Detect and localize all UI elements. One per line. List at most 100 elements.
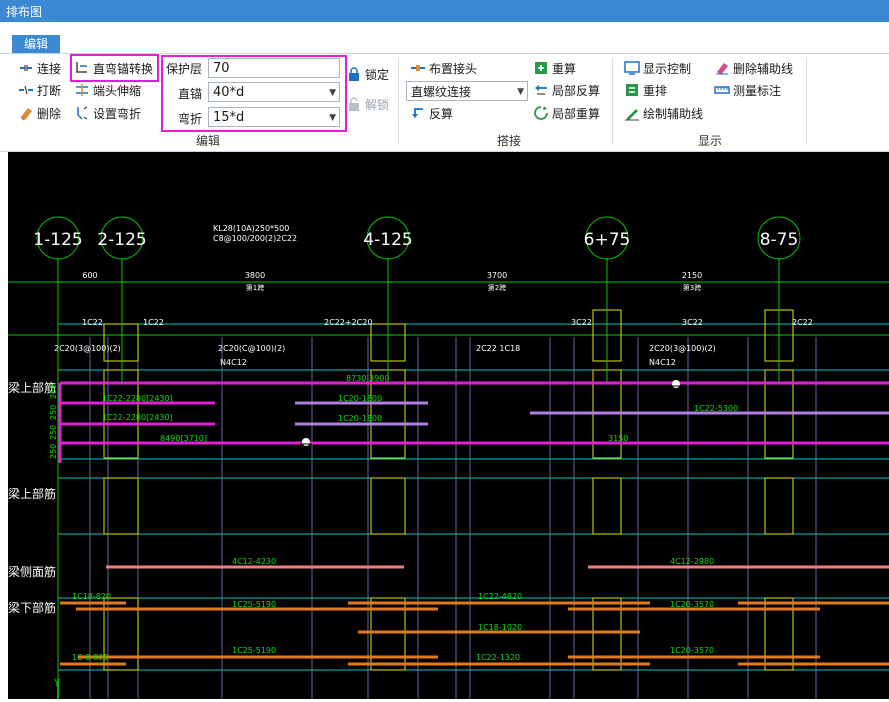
- measure-annotation-button[interactable]: 测量标注: [714, 80, 781, 100]
- draw-aux-line-button[interactable]: 绘制辅助线: [624, 103, 703, 123]
- rebar-label: 1C18-1020: [478, 623, 522, 632]
- end-stretch-button[interactable]: 端头伸缩: [74, 80, 141, 100]
- span-length: 600: [82, 271, 97, 280]
- drawing-canvas[interactable]: 1-125 2-125 4-125 6+75 8-75 KL28(10A)250…: [8, 152, 889, 699]
- chevron-down-icon: ▼: [329, 113, 336, 123]
- eraser-icon: [18, 105, 34, 121]
- stirrup-note: 2C22 1C18: [476, 344, 520, 353]
- straight-anchor-select[interactable]: 40*d ▼: [208, 82, 340, 102]
- beam-note: C8@100/200(2)2C22: [213, 234, 297, 243]
- chevron-down-icon: ▼: [517, 87, 524, 97]
- stirrup-note: 2C20(3@100)(2): [54, 344, 121, 353]
- bend-label: 弯折: [178, 112, 203, 126]
- rebar-label: 8730|3900: [346, 374, 389, 383]
- rebar-label: 8490[3710]: [160, 434, 207, 443]
- rebar-label: 1C22-2280[2430]: [102, 413, 173, 422]
- break-button[interactable]: 打断: [18, 80, 61, 100]
- rebar-label: 1C20-1800: [338, 414, 382, 423]
- reverse-calc-icon: [410, 105, 426, 121]
- row-label: 梁侧面筋: [8, 564, 56, 579]
- recalc-button[interactable]: 重算: [533, 58, 576, 78]
- draw-aux-line-label: 绘制辅助线: [643, 106, 704, 121]
- axis-label: 6+75: [584, 230, 631, 250]
- stirrup-note: N4C12: [220, 358, 247, 367]
- axis-label: 8-75: [760, 230, 799, 250]
- place-joint-label: 布置接头: [429, 61, 478, 76]
- delete-aux-line-label: 删除辅助线: [733, 61, 794, 76]
- joint-type-select[interactable]: 直螺纹连接 ▼: [406, 81, 528, 101]
- rearrange-icon: [624, 82, 640, 98]
- stirrup-note: 2C20(C@100)(2): [218, 344, 285, 353]
- top-note: 1C22: [143, 318, 164, 327]
- top-note: 3C22: [571, 318, 592, 327]
- top-note: 2C22: [792, 318, 813, 327]
- delete-label: 删除: [37, 106, 62, 121]
- delete-button[interactable]: 删除: [18, 103, 61, 123]
- axis-label: 1-125: [33, 230, 82, 250]
- set-bend-icon: [74, 105, 90, 121]
- set-bend-button[interactable]: 设置弯折: [74, 103, 141, 123]
- top-note: 3C22: [682, 318, 703, 327]
- cover-input[interactable]: 70: [208, 58, 340, 78]
- rebar-label: 1C18-820: [72, 592, 111, 601]
- straight-hook-convert-label: 直弯锚转换: [93, 61, 154, 76]
- group-divider: [806, 58, 807, 144]
- svg-text:Y: Y: [53, 678, 61, 689]
- rearrange-label: 重排: [643, 83, 668, 98]
- rebar-label: 1C25-5190: [232, 646, 276, 655]
- row-label: 梁上部筋: [8, 486, 56, 501]
- rebar-label: 1C22-4820: [478, 592, 522, 601]
- local-reverse-button[interactable]: 局部反算: [533, 80, 600, 100]
- straight-anchor-label: 直锚: [178, 87, 203, 101]
- spacing-dim: 250: [49, 444, 58, 459]
- spacing-dim: 250: [49, 425, 58, 440]
- delete-aux-line-button[interactable]: 删除辅助线: [714, 58, 793, 78]
- connect-button[interactable]: 连接: [18, 58, 61, 78]
- top-note: 2C22+2C20: [324, 318, 372, 327]
- bend-value: 15*d: [213, 110, 245, 125]
- reverse-calc-button[interactable]: 反算: [410, 103, 453, 123]
- span-name: 第2跨: [488, 283, 506, 292]
- unlock-button[interactable]: 解锁: [346, 94, 389, 114]
- joint-type-value: 直螺纹连接: [411, 85, 472, 99]
- straight-anchor-value: 40*d: [213, 85, 245, 100]
- local-recalc-button[interactable]: 局部重算: [533, 103, 600, 123]
- lock-icon: [346, 66, 362, 82]
- stirrup-note: 2C20(3@100)(2): [649, 344, 716, 353]
- span-length: 3800: [245, 271, 265, 280]
- axis-label: 2-125: [97, 230, 146, 250]
- unlock-icon: [346, 96, 362, 112]
- tab-edit[interactable]: 编辑: [12, 35, 60, 53]
- splice-group-label: 搭接: [497, 134, 522, 148]
- rebar-label: 4C12-2980: [670, 557, 714, 566]
- rebar-label: 4C12-4230: [232, 557, 276, 566]
- unlock-label: 解锁: [365, 97, 390, 112]
- stirrup-note: N4C12: [649, 358, 676, 367]
- straight-hook-convert-button[interactable]: 直弯锚转换: [74, 58, 153, 78]
- ucs-axis-icon: Y: [53, 678, 61, 699]
- lock-label: 锁定: [365, 67, 390, 82]
- group-divider: [398, 58, 399, 144]
- rearrange-button[interactable]: 重排: [624, 80, 667, 100]
- place-joint-button[interactable]: 布置接头: [410, 58, 477, 78]
- local-reverse-icon: [533, 82, 549, 98]
- tab-strip: [0, 22, 889, 54]
- spacing-dim: 250: [49, 384, 58, 399]
- chevron-down-icon: ▼: [329, 88, 336, 98]
- display-control-button[interactable]: 显示控制: [624, 58, 691, 78]
- monitor-icon: [624, 60, 640, 76]
- span-name: 第3跨: [683, 283, 701, 292]
- span-length: 2150: [682, 271, 702, 280]
- row-label: 梁下部筋: [8, 600, 56, 615]
- recalc-icon: [533, 60, 549, 76]
- window-title: 排布图: [6, 5, 43, 19]
- end-stretch-icon: [74, 82, 90, 98]
- rebar-label: 1C22-2280[2430]: [102, 394, 173, 403]
- spacing-dim: 250: [49, 405, 58, 420]
- rebar-label: 1C22-1320: [476, 653, 520, 662]
- bend-select[interactable]: 15*d ▼: [208, 107, 340, 127]
- rebar-label: 1C25-5190: [232, 600, 276, 609]
- pencil-icon: [624, 105, 640, 121]
- rebar-label: 1C22-5300: [694, 404, 738, 413]
- lock-button[interactable]: 锁定: [346, 64, 389, 84]
